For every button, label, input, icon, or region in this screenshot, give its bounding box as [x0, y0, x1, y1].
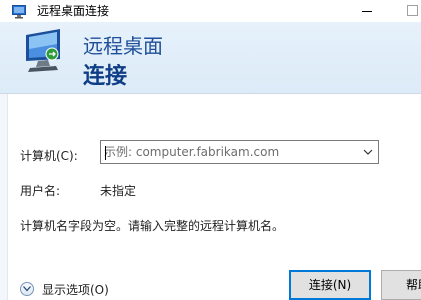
- header-banner: 远程桌面 连接: [0, 22, 421, 94]
- left-accent-strip: [0, 94, 8, 300]
- show-options-label: 显示选项(O): [42, 283, 109, 297]
- chevron-down-icon[interactable]: [358, 141, 378, 163]
- username-value: 未指定: [100, 184, 137, 198]
- text-caret: [105, 146, 106, 160]
- banner-title-line2: 连接: [83, 64, 128, 89]
- computer-combobox[interactable]: [100, 140, 379, 164]
- remote-desktop-monitor-icon: [20, 25, 72, 77]
- computer-label: 计算机(C):: [20, 149, 78, 163]
- title-bar[interactable]: 远程桌面连接: [0, 0, 421, 22]
- username-label: 用户名:: [20, 184, 61, 198]
- minimize-button[interactable]: [351, 0, 385, 22]
- remote-desktop-app-icon: [12, 4, 28, 19]
- window-title: 远程桌面连接: [37, 4, 110, 18]
- status-message: 计算机名字段为空。请输入完整的远程计算机名。: [20, 219, 285, 233]
- show-options-toggle[interactable]: 显示选项(O): [20, 281, 120, 299]
- connect-button[interactable]: 连接(N): [289, 270, 371, 300]
- maximize-button[interactable]: [398, 0, 421, 22]
- banner-title-line1: 远程桌面: [83, 34, 163, 58]
- expand-chevron-icon: [20, 282, 34, 296]
- help-button[interactable]: 帮助: [381, 270, 421, 300]
- computer-input[interactable]: [104, 143, 354, 161]
